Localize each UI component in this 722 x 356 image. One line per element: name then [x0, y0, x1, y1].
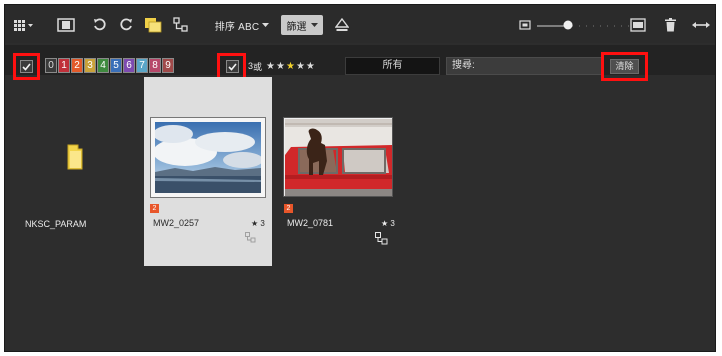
star-icon[interactable]: ★ — [306, 61, 315, 72]
view-mode-button[interactable] — [13, 16, 35, 34]
color-label-0[interactable]: 0 — [45, 58, 57, 73]
hierarchy-button[interactable] — [171, 16, 191, 34]
filter-bar: 0123456789 3 或 ★★★★★ 所有 搜尋: 清除 — [5, 45, 715, 81]
panel-resize-button[interactable] — [691, 16, 711, 34]
item-name: MW2_0257 — [153, 218, 200, 228]
sort-dropdown[interactable]: 排序 ABC — [211, 16, 273, 34]
rotate-right-button[interactable] — [117, 16, 135, 34]
slider-knob-icon — [563, 20, 573, 30]
delete-button[interactable] — [663, 16, 677, 34]
label-badge: 2 — [150, 204, 159, 213]
large-thumbnail-button[interactable] — [629, 16, 647, 34]
expand-horizontal-icon — [692, 22, 710, 28]
item-name: MW2_0781 — [287, 218, 334, 228]
landscape-thumbnail — [155, 122, 261, 193]
large-thumbnail-icon — [630, 18, 646, 32]
hierarchy-icon — [245, 232, 256, 243]
filter-dropdown[interactable]: 篩選 — [281, 15, 323, 35]
color-label-1[interactable]: 1 — [58, 58, 70, 73]
thumbnail-size-slider[interactable] — [537, 23, 629, 29]
thumbnail-frame — [283, 117, 393, 197]
color-label-5[interactable]: 5 — [110, 58, 122, 73]
search-label: 搜尋: — [452, 60, 475, 71]
rotate-right-icon — [120, 18, 132, 31]
color-label-4[interactable]: 4 — [97, 58, 109, 73]
small-thumbnail-icon — [519, 20, 531, 30]
slider-handle[interactable] — [563, 20, 573, 30]
rotate-left-icon — [94, 18, 106, 31]
folder-copy-icon — [145, 18, 162, 33]
thumbnail-frame — [150, 117, 266, 198]
star-icon[interactable]: ★ — [296, 61, 305, 72]
color-label-8[interactable]: 8 — [149, 58, 161, 73]
folder-item[interactable]: NKSC_PARAM — [5, 77, 115, 266]
star-icon[interactable]: ★ — [286, 61, 295, 72]
compare-view-button[interactable] — [55, 16, 77, 34]
color-label-7[interactable]: 7 — [136, 58, 148, 73]
image-item-selected[interactable]: 2 MW2_0257 ★ 3 — [144, 77, 272, 266]
label-badge: 2 — [284, 204, 293, 213]
trash-icon — [664, 18, 676, 32]
star-icon[interactable]: ★ — [266, 61, 275, 72]
item-name: NKSC_PARAM — [25, 219, 87, 229]
image-item[interactable]: 2 MW2_0781 ★ 3 — [277, 77, 405, 266]
rating-count: ★ 3 — [381, 219, 395, 228]
sort-label: 排序 ABC — [214, 21, 260, 33]
color-label-9[interactable]: 9 — [162, 58, 174, 73]
highlight-label-checkbox — [13, 53, 40, 80]
color-label-6[interactable]: 6 — [123, 58, 135, 73]
color-label-3[interactable]: 3 — [84, 58, 96, 73]
rotate-left-button[interactable] — [91, 16, 109, 34]
rating-operator: 或 — [253, 61, 263, 72]
rating-stars: ★★★★★ — [265, 61, 315, 72]
hierarchy-icon — [173, 17, 188, 32]
dog-truck-thumbnail — [285, 119, 392, 196]
browser-window: 排序 ABC 篩選 0 1 2 3 4 5 6 7 8 9 3 或 ★★★★★ … — [4, 4, 716, 352]
copy-to-folder-button[interactable] — [143, 16, 163, 34]
star-icon[interactable]: ★ — [276, 61, 285, 72]
hierarchy-icon — [375, 232, 388, 245]
color-label-2[interactable]: 2 — [71, 58, 83, 73]
film-icon — [57, 18, 75, 32]
metadata-search-button[interactable] — [333, 16, 351, 34]
toolbar: 排序 ABC 篩選 — [5, 5, 715, 43]
chevron-down-icon — [262, 22, 270, 27]
chevron-down-icon — [310, 22, 318, 27]
search-input[interactable]: 搜尋: — [446, 57, 602, 75]
grid-icon — [14, 20, 33, 31]
eject-icon — [335, 18, 349, 31]
rating-count: ★ 3 — [251, 219, 265, 228]
small-thumbnail-button[interactable] — [518, 16, 532, 34]
all-dropdown[interactable]: 所有 — [345, 57, 440, 75]
rating-filter[interactable]: 3 或 ★★★★★ — [248, 59, 315, 73]
color-label-filter: 0123456789 — [45, 58, 174, 73]
folder-icon — [67, 144, 83, 170]
thumbnail-grid: NKSC_PARAM 2 MW2_0257 ★ 3 2 MW2_0781 ★ 3 — [5, 77, 715, 351]
filter-label: 篩選 — [286, 21, 307, 33]
